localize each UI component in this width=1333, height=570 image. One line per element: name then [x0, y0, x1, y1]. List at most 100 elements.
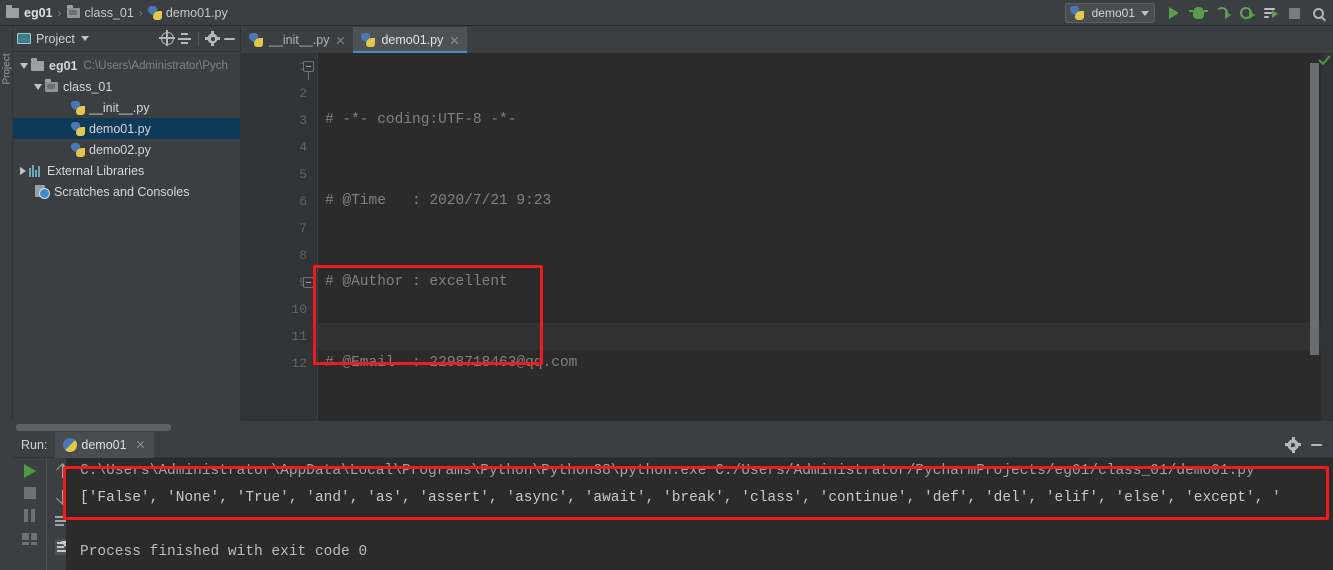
- run-button[interactable]: [1163, 2, 1185, 24]
- chevron-down-icon: [80, 36, 89, 41]
- profiler-icon: [1240, 7, 1255, 19]
- profile-button[interactable]: [1235, 2, 1257, 24]
- collapse-all-icon[interactable]: [178, 32, 191, 45]
- close-icon[interactable]: [449, 35, 460, 46]
- folder-icon: [6, 4, 19, 18]
- run-window-label: Run:: [21, 437, 48, 452]
- code-token: # @Time : 2020/7/21 9:23: [325, 193, 552, 209]
- tree-node-external-libraries[interactable]: External Libraries: [13, 160, 240, 181]
- run-tab-demo01[interactable]: demo01: [55, 431, 154, 458]
- run-list-icon: [1264, 7, 1278, 19]
- hide-icon[interactable]: [223, 32, 236, 45]
- close-icon[interactable]: [135, 439, 146, 450]
- chevron-down-icon[interactable]: [20, 62, 28, 69]
- editor-marker-gutter[interactable]: [1321, 53, 1333, 421]
- console-line-exit: Process finished with exit code 0: [80, 544, 368, 560]
- close-icon[interactable]: [335, 35, 346, 46]
- tool-window-button-project[interactable]: Project: [2, 39, 13, 84]
- run-header-icons: [1285, 436, 1333, 453]
- scrollbar-thumb[interactable]: [16, 424, 171, 431]
- code-content[interactable]: # -*- coding:UTF-8 -*- # @Time : 2020/7/…: [325, 53, 1333, 421]
- code-line-1: # -*- coding:UTF-8 -*-: [325, 107, 1333, 134]
- editor-vertical-scrollbar[interactable]: [1310, 63, 1319, 355]
- gutter-divider: [317, 53, 318, 421]
- coverage-icon: [1216, 7, 1231, 19]
- run-tests-button[interactable]: [1259, 2, 1281, 24]
- breadcrumb-item-package[interactable]: class_01: [66, 4, 134, 20]
- tree-node-label: External Libraries: [47, 163, 145, 178]
- python-file-icon: [361, 33, 376, 47]
- gear-icon[interactable]: [205, 31, 220, 46]
- python-config-icon: [1069, 6, 1084, 20]
- search-icon: [1312, 7, 1324, 19]
- search-everywhere-button[interactable]: [1307, 2, 1329, 24]
- code-token: # @Email : 2298718463@qq.com: [325, 355, 578, 371]
- python-file-icon: [71, 100, 85, 115]
- print-button[interactable]: [22, 533, 37, 545]
- code-line-4: # @Email : 2298718463@qq.com: [325, 350, 1333, 377]
- pycharm-window: eg01 › class_01 › demo01.py demo01 Proje…: [0, 0, 1333, 570]
- tree-node-eg01[interactable]: eg01 C:\Users\Administrator\Pych: [13, 55, 240, 76]
- editor-tab-demo01-py[interactable]: demo01.py: [353, 27, 468, 53]
- hide-icon[interactable]: [1310, 438, 1323, 451]
- project-header-icons: [159, 30, 236, 46]
- editor-tab-label: demo01.py: [381, 33, 444, 47]
- editor-tab-init-py[interactable]: __init__.py: [241, 27, 353, 53]
- breadcrumb-label: demo01.py: [165, 5, 228, 20]
- project-panel-title[interactable]: Project: [17, 32, 89, 46]
- run-console-output[interactable]: C:\Users\Administrator\AppData\Local\Pro…: [66, 458, 1333, 570]
- code-line-2: # @Time : 2020/7/21 9:23: [325, 188, 1333, 215]
- rerun-button[interactable]: [23, 464, 36, 478]
- run-tool-window: Run: demo01 C:\Users\Administrator\AppDa…: [0, 421, 1333, 570]
- tree-node-demo01-py[interactable]: demo01.py: [13, 118, 240, 139]
- divider: [198, 31, 199, 46]
- tree-node-class01[interactable]: class_01: [13, 76, 240, 97]
- breadcrumb-item-file[interactable]: demo01.py: [147, 5, 228, 20]
- folder-icon: [31, 57, 44, 71]
- bug-icon: [1188, 7, 1208, 19]
- chevron-right-icon[interactable]: [20, 166, 26, 175]
- project-icon: [17, 33, 31, 44]
- console-line-command: C:\Users\Administrator\AppData\Local\Pro…: [80, 463, 1255, 479]
- fold-toggle-icon[interactable]: [303, 277, 314, 288]
- stop-button[interactable]: [1283, 2, 1305, 24]
- run-config-name: demo01: [1091, 6, 1135, 20]
- debug-button[interactable]: [1187, 2, 1209, 24]
- fold-toggle-icon[interactable]: [303, 61, 314, 72]
- fold-gutter[interactable]: [301, 53, 317, 421]
- run-coverage-button[interactable]: [1211, 2, 1233, 24]
- run-configuration-selector[interactable]: demo01: [1064, 3, 1155, 23]
- fold-line: [308, 72, 310, 80]
- python-icon: [63, 437, 78, 452]
- gear-icon[interactable]: [1285, 436, 1301, 453]
- breadcrumb-item-project[interactable]: eg01: [6, 4, 53, 20]
- chevron-down-icon[interactable]: [34, 83, 42, 90]
- run-toolbar: demo01: [1064, 0, 1333, 26]
- module-folder-icon: [66, 4, 80, 18]
- pause-button[interactable]: [22, 508, 38, 524]
- project-horizontal-scrollbar[interactable]: [13, 421, 241, 432]
- run-window-header: Run: demo01: [13, 431, 1333, 458]
- run-tab-label: demo01: [81, 437, 127, 452]
- chevron-down-icon: [1141, 10, 1149, 16]
- project-title-label: Project: [36, 31, 75, 46]
- stop-button[interactable]: [23, 487, 36, 499]
- tree-node-label: demo01.py: [89, 121, 151, 136]
- tree-node-scratches[interactable]: Scratches and Consoles: [13, 181, 240, 202]
- tree-node-init-py[interactable]: __init__.py: [13, 97, 240, 118]
- python-file-icon: [71, 121, 85, 136]
- editor-tab-bar: __init__.py demo01.py: [241, 26, 1333, 53]
- inspection-ok-icon[interactable]: [1318, 56, 1331, 67]
- tree-node-demo02-py[interactable]: demo02.py: [13, 139, 240, 160]
- python-file-icon: [147, 5, 162, 20]
- tree-node-label: class_01: [63, 79, 113, 94]
- code-editor[interactable]: 1 2 3 4 5 6 7 8 9 10 11 12 # -*- coding:…: [241, 53, 1333, 421]
- breadcrumb: eg01 › class_01 › demo01.py: [0, 4, 228, 20]
- code-token: # -*- coding:UTF-8 -*-: [325, 112, 517, 128]
- run-controls-column: [13, 458, 46, 570]
- locate-file-icon[interactable]: [159, 30, 175, 46]
- project-tool-window: Project eg01 C:\Users\Administrator\Pych: [13, 26, 241, 421]
- breadcrumb-separator: ›: [57, 5, 62, 20]
- tree-node-label: Scratches and Consoles: [54, 184, 190, 199]
